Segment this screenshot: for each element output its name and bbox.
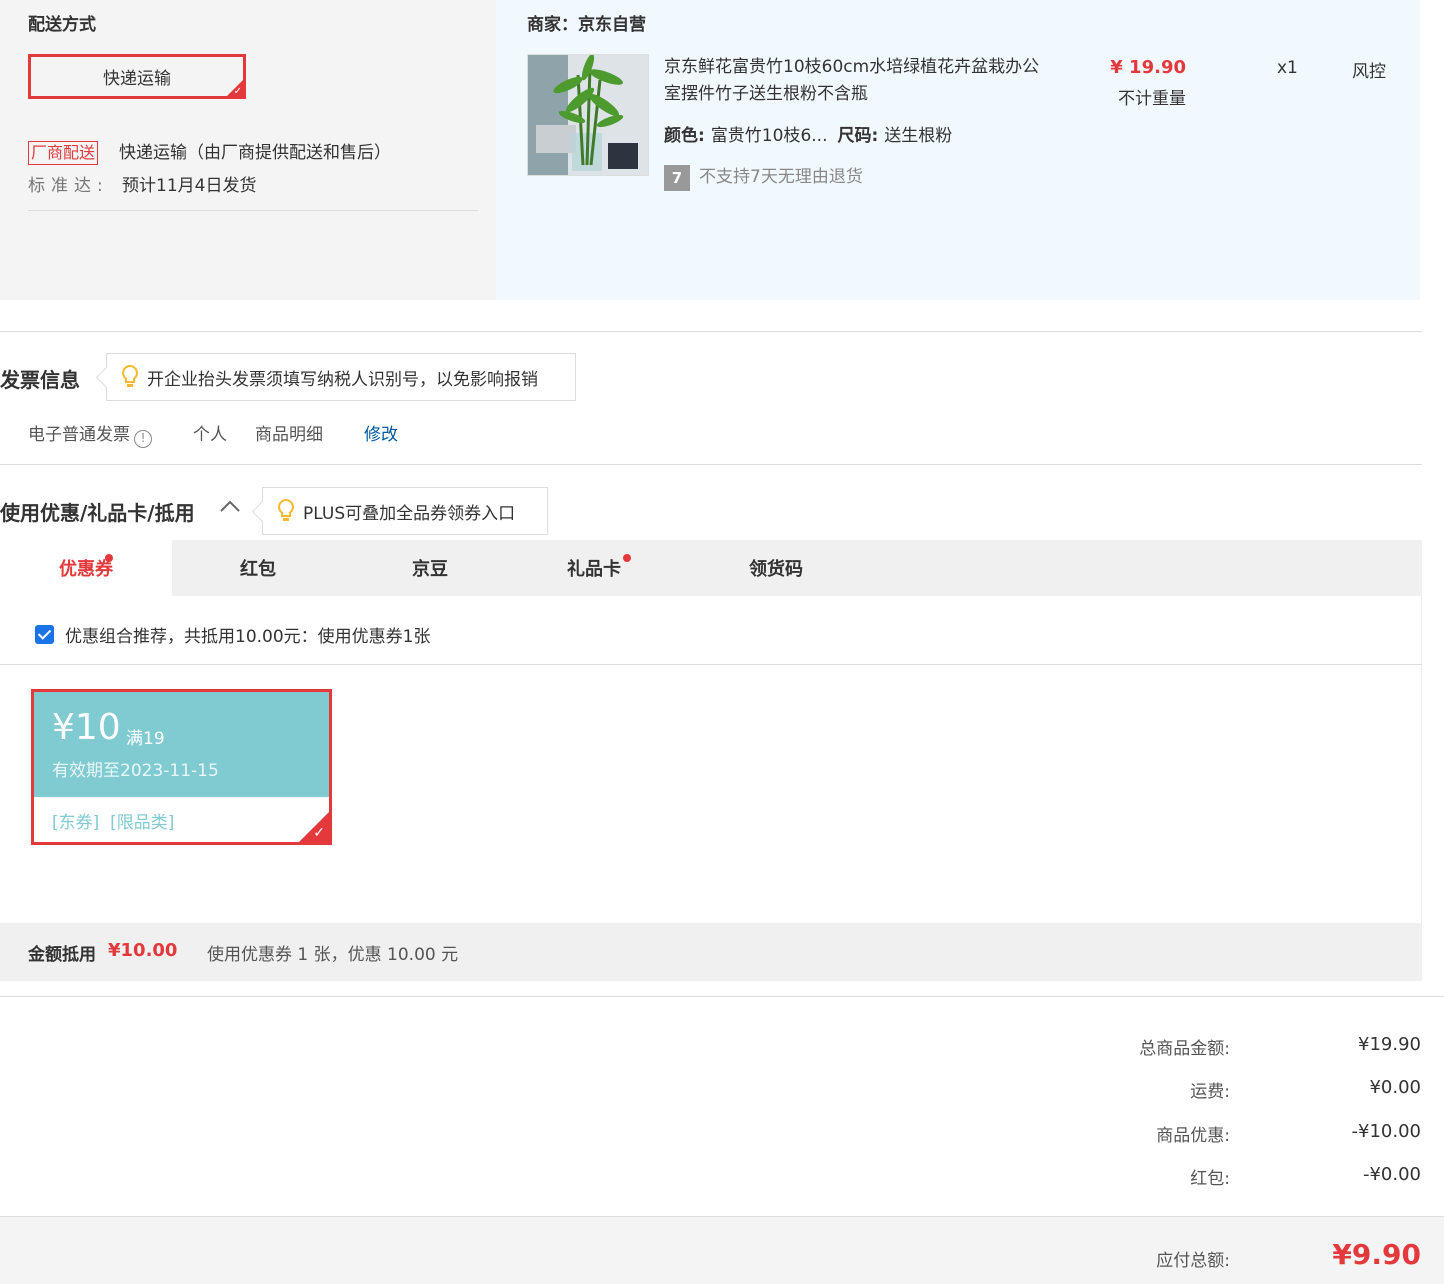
size-value: 送生根粉: [884, 126, 953, 146]
product-price: ¥ 19.90: [1110, 57, 1186, 78]
recommend-text: 优惠组合推荐，共抵用10.00元：使用优惠券1张: [65, 627, 431, 647]
shipping-title: 配送方式: [28, 15, 96, 35]
recommend-checkbox[interactable]: [35, 625, 54, 644]
divider: [0, 464, 1422, 465]
coupon-condition: 满19: [126, 729, 165, 749]
summary-label-shipping: 运费:: [1190, 1082, 1230, 1102]
invoice-holder: 个人: [193, 425, 227, 445]
invoice-title: 发票信息: [0, 368, 80, 392]
product-thumbnail[interactable]: [527, 54, 649, 176]
new-dot-icon: [623, 554, 631, 562]
recommend-combo[interactable]: 优惠组合推荐，共抵用10.00元：使用优惠券1张: [35, 622, 430, 647]
product-weight: 不计重量: [1118, 89, 1186, 109]
new-dot-icon: [105, 554, 113, 562]
deduct-amount: ¥10.00: [108, 940, 178, 961]
standard-delivery-value: 预计11月4日发货: [122, 176, 257, 196]
no-return-icon: 7: [664, 165, 690, 191]
check-icon: ✓: [233, 86, 242, 97]
divider: [0, 331, 1422, 332]
product-status: 风控: [1352, 62, 1386, 82]
tab-jingdou[interactable]: 京豆: [344, 540, 516, 596]
no-return-text: 不支持7天无理由退货: [699, 167, 863, 187]
standard-delivery-label: 标准达:: [28, 176, 109, 196]
tab-pickup-code[interactable]: 领货码: [690, 540, 862, 596]
plus-coupon-tip-text: PLUS可叠加全品券领券入口: [303, 503, 516, 524]
invoice-type: 电子普通发票!: [28, 423, 152, 448]
tab-label: 礼品卡: [567, 559, 621, 580]
coupon-tags: [东券] [限品类]: [52, 813, 175, 833]
check-icon: ✓: [313, 825, 325, 841]
product-quantity: x1: [1277, 58, 1298, 78]
tab-red-packet[interactable]: 红包: [172, 540, 344, 596]
total-value: ¥9.90: [1332, 1238, 1421, 1271]
info-icon[interactable]: !: [134, 430, 152, 448]
lightbulb-icon: [122, 364, 138, 387]
invoice-content: 商品明细: [255, 425, 323, 445]
deduct-desc: 使用优惠券 1 张，优惠 10.00 元: [207, 945, 459, 965]
invoice-type-text: 电子普通发票: [28, 425, 130, 445]
discount-tabs: 优惠券 红包 京豆 礼品卡 领货码: [0, 540, 1422, 596]
summary-value-shipping: ¥0.00: [1369, 1077, 1421, 1098]
total-label: 应付总额:: [1156, 1251, 1230, 1271]
discount-title: 使用优惠/礼品卡/抵用: [0, 501, 195, 525]
invoice-tip: 开企业抬头发票须填写纳税人识别号，以免影响报销: [106, 353, 576, 401]
summary-label-discount: 商品优惠:: [1156, 1126, 1230, 1146]
coupon-validity: 有效期至2023-11-15: [52, 761, 219, 781]
divider: [0, 664, 1422, 665]
summary-value-discount: -¥10.00: [1351, 1121, 1421, 1142]
summary-value-goods: ¥19.90: [1358, 1034, 1421, 1055]
divider: [28, 210, 478, 211]
deduct-label: 金额抵用: [28, 945, 96, 965]
product-name-link[interactable]: 京东鲜花富贵竹10枝60cm水培绿植花卉盆栽办公室摆件竹子送生根粉不含瓶: [664, 54, 1044, 108]
seller-title: 商家：京东自营: [527, 15, 646, 35]
divider: [0, 996, 1444, 997]
summary-value-red-packet: -¥0.00: [1362, 1164, 1421, 1185]
summary-label-goods: 总商品金额:: [1139, 1039, 1230, 1059]
coupon-card[interactable]: ¥10 满19 有效期至2023-11-15 [东券] [限品类] ✓: [31, 689, 332, 845]
express-shipping-label: 快递运输: [103, 69, 171, 89]
collapse-chevron-icon[interactable]: [219, 498, 241, 519]
express-shipping-button[interactable]: 快递运输 ✓: [28, 54, 246, 99]
vendor-delivery-tag: 厂商配送: [28, 141, 99, 165]
coupon-header: ¥10 满19 有效期至2023-11-15: [34, 692, 329, 797]
tab-label: 红包: [240, 559, 276, 580]
plus-coupon-tip[interactable]: PLUS可叠加全品券领券入口: [262, 487, 548, 535]
lightbulb-icon: [278, 498, 294, 521]
color-label: 颜色:: [664, 126, 705, 146]
size-label: 尺码:: [837, 126, 879, 146]
vendor-delivery-desc: 快递运输（由厂商提供配送和售后）: [119, 143, 391, 163]
tab-label: 领货码: [749, 559, 803, 580]
tab-coupon[interactable]: 优惠券: [0, 540, 172, 596]
coupon-amount: ¥10: [52, 707, 121, 748]
invoice-edit-link[interactable]: 修改: [364, 423, 398, 447]
tab-gift-card[interactable]: 礼品卡: [516, 540, 672, 596]
tab-label: 京豆: [412, 559, 448, 580]
color-value: 富贵竹10枝6...: [710, 126, 828, 146]
summary-label-red-packet: 红包:: [1190, 1169, 1230, 1189]
product-attributes: 颜色: 富贵竹10枝6... 尺码: 送生根粉: [664, 124, 952, 148]
invoice-tip-text: 开企业抬头发票须填写纳税人识别号，以免影响报销: [147, 369, 538, 390]
